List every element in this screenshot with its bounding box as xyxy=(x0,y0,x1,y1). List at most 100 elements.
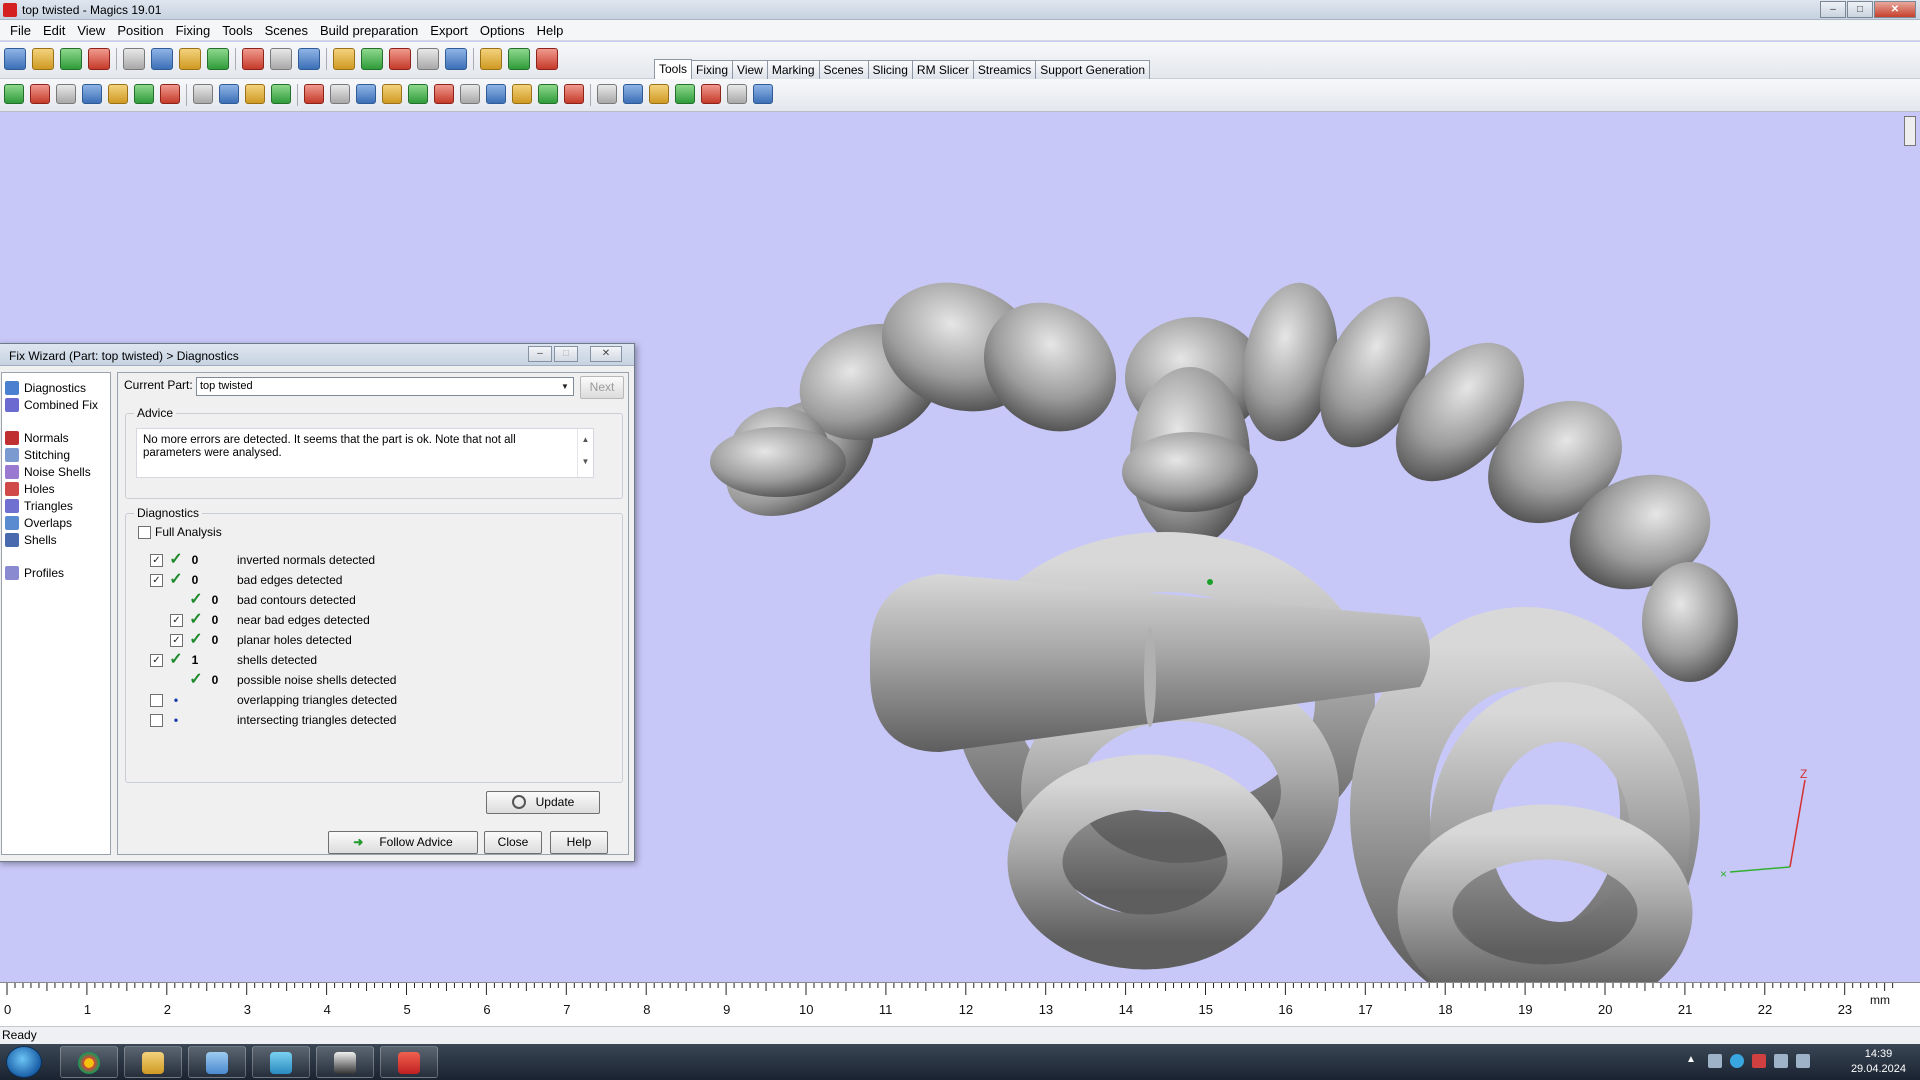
help-icon[interactable] xyxy=(508,48,530,70)
tab-view[interactable]: View xyxy=(732,60,768,79)
minimize-button[interactable]: – xyxy=(1820,1,1846,18)
open-folder-icon[interactable] xyxy=(32,48,54,70)
label-icon[interactable] xyxy=(408,84,428,104)
menu-options[interactable]: Options xyxy=(474,20,531,41)
hollow-icon[interactable] xyxy=(245,84,265,104)
wizard-icon[interactable] xyxy=(536,48,558,70)
next-button[interactable]: Next xyxy=(580,376,624,399)
nav-diagnostics[interactable]: Diagnostics xyxy=(5,379,86,397)
nav-combined-fix[interactable]: Combined Fix xyxy=(5,396,98,414)
smooth-icon[interactable] xyxy=(434,84,454,104)
tab-slicing[interactable]: Slicing xyxy=(867,60,913,79)
menu-help[interactable]: Help xyxy=(531,20,570,41)
tab-marking[interactable]: Marking xyxy=(766,60,820,79)
tab-streamics[interactable]: Streamics xyxy=(972,60,1037,79)
tab-scenes[interactable]: Scenes xyxy=(818,60,869,79)
tab-support-generation[interactable]: Support Generation xyxy=(1035,60,1151,79)
tray-network-icon[interactable] xyxy=(1708,1054,1722,1068)
rotate-part-icon[interactable] xyxy=(56,84,76,104)
tray-flag-icon[interactable] xyxy=(1752,1054,1766,1068)
tray-arrow-icon[interactable]: ▲ xyxy=(1686,1054,1700,1068)
wave-icon[interactable] xyxy=(727,84,747,104)
diag-checkbox[interactable]: ✓ xyxy=(150,553,163,567)
checklist-icon[interactable] xyxy=(480,48,502,70)
nest-icon[interactable] xyxy=(597,84,617,104)
redo-icon[interactable] xyxy=(298,48,320,70)
taskbar-explorer-button[interactable] xyxy=(124,1046,182,1078)
diag-checkbox[interactable]: ✓ xyxy=(170,613,183,627)
load-icon[interactable] xyxy=(151,48,173,70)
align-icon[interactable] xyxy=(160,84,180,104)
maximize-button[interactable]: □ xyxy=(1847,1,1873,18)
rotate-icon[interactable] xyxy=(361,48,383,70)
diag-checkbox[interactable] xyxy=(150,713,163,727)
menu-view[interactable]: View xyxy=(71,20,111,41)
diag-checkbox[interactable]: ✓ xyxy=(170,633,183,647)
nav-stitching[interactable]: Stitching xyxy=(5,446,70,464)
nav-shells[interactable]: Shells xyxy=(5,531,57,549)
print-icon[interactable] xyxy=(242,48,264,70)
advice-scrollbar[interactable]: ▲ ▼ xyxy=(577,429,593,477)
follow-advice-button[interactable]: ➜ Follow Advice xyxy=(328,831,478,854)
new-file-icon[interactable] xyxy=(4,48,26,70)
zoom-fit-icon[interactable] xyxy=(445,48,467,70)
taskbar-inkscape-button[interactable] xyxy=(316,1046,374,1078)
diag-checkbox[interactable]: ✓ xyxy=(150,573,163,587)
export-icon[interactable] xyxy=(179,48,201,70)
diag-checkbox[interactable] xyxy=(150,693,163,707)
nav-holes[interactable]: Holes xyxy=(5,480,55,498)
perforate-icon[interactable] xyxy=(271,84,291,104)
full-analysis-checkbox[interactable] xyxy=(138,525,151,539)
tray-battery-icon[interactable] xyxy=(1774,1054,1788,1068)
fw-close-button[interactable]: ✕ xyxy=(590,346,622,362)
menu-build-preparation[interactable]: Build preparation xyxy=(314,20,424,41)
delete-part-icon[interactable] xyxy=(207,48,229,70)
fit-icon[interactable] xyxy=(564,84,584,104)
menu-fixing[interactable]: Fixing xyxy=(170,20,217,41)
nav-overlaps[interactable]: Overlaps xyxy=(5,514,72,532)
close-button[interactable]: ✕ xyxy=(1874,1,1916,18)
diag-checkbox[interactable]: ✓ xyxy=(150,653,163,667)
move-icon[interactable] xyxy=(30,84,50,104)
nav-normals[interactable]: Normals xyxy=(5,429,69,447)
menu-scenes[interactable]: Scenes xyxy=(259,20,314,41)
menu-edit[interactable]: Edit xyxy=(37,20,71,41)
extrude-icon[interactable] xyxy=(382,84,402,104)
help-button[interactable]: Help xyxy=(550,831,608,854)
nav-triangles[interactable]: Triangles xyxy=(5,497,73,515)
select-icon[interactable] xyxy=(333,48,355,70)
tray-globe-icon[interactable] xyxy=(1730,1054,1744,1068)
offset-icon[interactable] xyxy=(356,84,376,104)
import-icon[interactable] xyxy=(123,48,145,70)
menu-tools[interactable]: Tools xyxy=(216,20,258,41)
save-as-icon[interactable] xyxy=(88,48,110,70)
fill-icon[interactable] xyxy=(538,84,558,104)
clock[interactable]: 14:39 29.04.2024 xyxy=(1851,1047,1906,1077)
menu-file[interactable]: File xyxy=(4,20,37,41)
fw-minimize-button[interactable]: – xyxy=(528,346,552,362)
translate-part-icon[interactable] xyxy=(4,84,24,104)
nav-noise-shells[interactable]: Noise Shells xyxy=(5,463,91,481)
menu-export[interactable]: Export xyxy=(424,20,474,41)
mirror-icon[interactable] xyxy=(82,84,102,104)
collision-icon[interactable] xyxy=(623,84,643,104)
nav-profiles[interactable]: Profiles xyxy=(5,564,64,582)
boolean-icon[interactable] xyxy=(304,84,324,104)
taskbar-paint-button[interactable] xyxy=(188,1046,246,1078)
scale-icon[interactable] xyxy=(134,84,154,104)
reduce-icon[interactable] xyxy=(460,84,480,104)
cut-icon[interactable] xyxy=(193,84,213,104)
undo-icon[interactable] xyxy=(270,48,292,70)
punch-icon[interactable] xyxy=(219,84,239,104)
refine-icon[interactable] xyxy=(486,84,506,104)
taskbar-magics-button[interactable] xyxy=(380,1046,438,1078)
menu-position[interactable]: Position xyxy=(111,20,169,41)
duplicate-icon[interactable] xyxy=(108,84,128,104)
tab-rm-slicer[interactable]: RM Slicer xyxy=(911,60,974,79)
close-dialog-button[interactable]: Close xyxy=(484,831,542,854)
settings-icon[interactable] xyxy=(701,84,721,104)
save-icon[interactable] xyxy=(60,48,82,70)
tray-volume-icon[interactable] xyxy=(1796,1054,1810,1068)
distance-icon[interactable] xyxy=(675,84,695,104)
tool-icon[interactable] xyxy=(753,84,773,104)
